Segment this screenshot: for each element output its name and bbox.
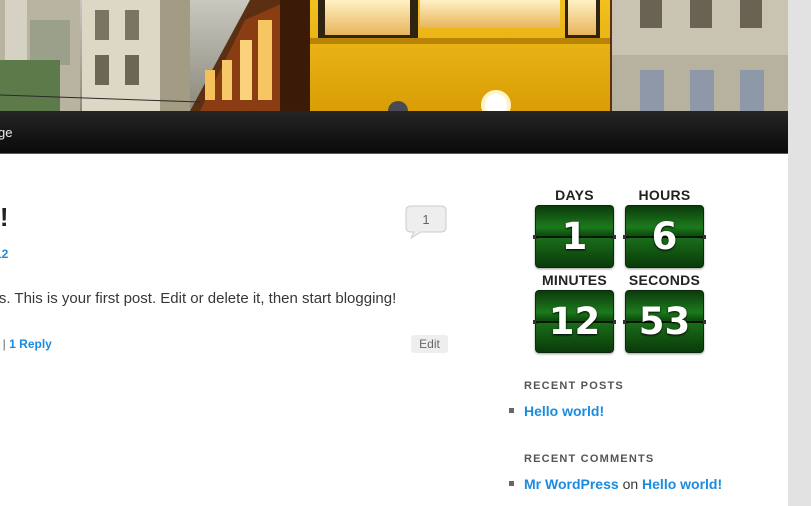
days-display: 1 [533,205,616,268]
days-value: 1 [561,215,588,258]
hours-value: 6 [651,215,678,258]
header-photo [0,0,788,111]
recent-comment-item: Mr WordPress on Hello world! [524,476,722,492]
seconds-value: 53 [638,300,691,343]
reply-link[interactable]: 1 Reply [9,337,52,351]
hours-display: 6 [623,205,706,268]
recent-post-item: Hello world! [524,403,604,419]
edit-button[interactable]: Edit [411,335,448,353]
header-image[interactable] [0,0,788,111]
recent-post-link[interactable]: Hello world! [524,403,604,419]
recent-posts-title: RECENT POSTS [524,380,624,392]
recent-comments-title: RECENT COMMENTS [524,453,655,465]
post-title[interactable]: d! [0,201,9,233]
comment-on-text: on [622,476,639,492]
post-meta: l | 1 Reply [0,337,52,351]
minutes-display: 12 [533,290,616,353]
comment-post-link[interactable]: Hello world! [642,476,722,492]
bullet-icon [509,481,514,486]
post-content: ess. This is your first post. Edit or de… [0,290,397,307]
hours-label: HOURS [638,187,691,203]
comment-count[interactable]: 1 [405,210,447,230]
days-label: DAYS [555,187,594,203]
comment-author-link[interactable]: Mr WordPress [524,476,619,492]
minutes-value: 12 [548,300,601,343]
meta-separator: | [0,337,10,351]
page: ge d! 12 1 ess. This is your first post.… [0,0,788,506]
bullet-icon [509,408,514,413]
seconds-label: SECONDS [628,272,701,288]
post-date[interactable]: 12 [0,247,8,261]
main-navigation: ge [0,111,788,154]
seconds-display: 53 [623,290,706,353]
minutes-label: MINUTES [541,272,608,288]
nav-item-page[interactable]: ge [0,125,12,140]
